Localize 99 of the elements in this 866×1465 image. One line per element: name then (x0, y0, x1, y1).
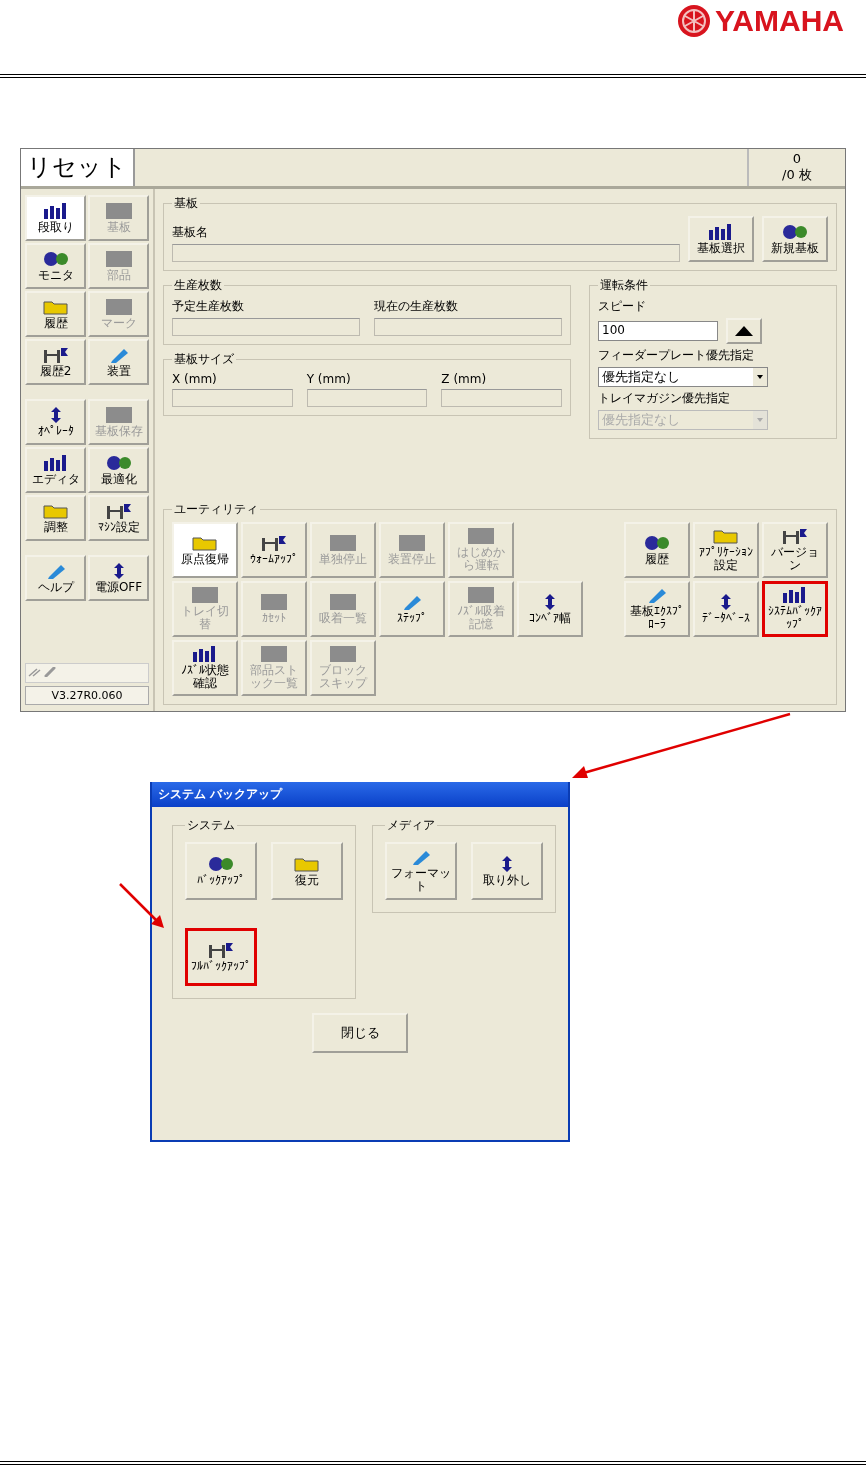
count-total-text: /0 枚 (782, 166, 812, 184)
version-label: V3.27R0.060 (25, 686, 149, 705)
frame-flag-icon (105, 502, 132, 519)
tool-button[interactable]: ﾌﾙﾊﾞｯｸｱｯﾌﾟ (185, 928, 257, 986)
pointer-arrow (119, 883, 164, 928)
frame-flag-icon (208, 941, 234, 958)
folder-icon (294, 855, 320, 872)
up-button[interactable] (726, 318, 762, 344)
tool-button[interactable]: 取り外し (471, 842, 543, 900)
tool-button[interactable]: 段取り (25, 195, 86, 241)
blank-icon (468, 528, 494, 545)
tool-button[interactable]: ｺﾝﾍﾞｱ幅 (517, 581, 583, 637)
field-label: フィーダープレート優先指定 (598, 347, 755, 364)
blank-icon (330, 646, 356, 663)
tool-button[interactable]: 復元 (271, 842, 343, 900)
disc-icon (644, 534, 670, 551)
input-field[interactable] (306, 389, 428, 407)
tool-button[interactable]: 装置 (88, 339, 149, 385)
tool-button[interactable]: 履歴 (25, 291, 86, 337)
tool-button[interactable]: フォーマット (385, 842, 457, 900)
tool-button[interactable]: 最適化 (88, 447, 149, 493)
frame-flag-icon (261, 534, 287, 551)
tool-button[interactable]: バージョン (762, 522, 828, 578)
tool-button[interactable]: 新規基板 (762, 216, 828, 262)
tool-button[interactable]: ｼｽﾃﾑﾊﾞｯｸｱｯﾌﾟ (762, 581, 828, 637)
count-text: 0 (792, 151, 802, 166)
disc-icon (42, 250, 69, 267)
input-field[interactable] (172, 389, 293, 407)
blank-icon (105, 202, 132, 219)
disc-icon (782, 223, 808, 240)
field-label: Y (mm) (306, 372, 352, 386)
input-field[interactable] (374, 318, 562, 336)
tool-button[interactable]: モニタ (25, 243, 86, 289)
field-label: 現在の生産枚数 (374, 298, 459, 315)
folder-icon (192, 534, 218, 551)
field-label: 基板名 (172, 224, 209, 241)
field-label: スピード (598, 298, 647, 315)
folder-icon (713, 528, 739, 545)
tool-button[interactable]: ﾏｼﾝ設定 (88, 495, 149, 541)
disc-icon (105, 454, 132, 471)
tool-button[interactable]: 基板ｴｸｽﾌﾟﾛｰﾗ (624, 581, 690, 637)
group-title: システム (186, 817, 236, 834)
bar-chart-icon (782, 587, 808, 604)
bar-chart-icon (192, 646, 218, 663)
dropdown[interactable]: 優先指定なし (598, 367, 768, 387)
field-label: X (mm) (172, 372, 218, 386)
up-triangle-icon (735, 326, 753, 336)
frame-flag-icon (42, 346, 69, 363)
tool-button[interactable]: ｽﾃｯﾌﾟ (379, 581, 445, 637)
field-label: 予定生産枚数 (172, 298, 245, 315)
blank-icon (105, 406, 132, 423)
blank-icon (468, 587, 494, 604)
bar-chart-icon (708, 223, 734, 240)
blank-icon (330, 593, 356, 610)
group-title: 基板 (173, 195, 199, 212)
tool-button[interactable]: 履歴2 (25, 339, 86, 385)
field-label: トレイマガジン優先指定 (598, 390, 731, 407)
tool-button[interactable]: ﾊﾞｯｸｱｯﾌﾟ (185, 842, 257, 900)
group-title: メディア (386, 817, 436, 834)
speed-field[interactable]: 100 (598, 321, 718, 341)
frame-flag-icon (782, 528, 808, 545)
blank-icon (105, 298, 132, 315)
tool-button[interactable]: 電源OFF (88, 555, 149, 601)
tool-button[interactable]: エディタ (25, 447, 86, 493)
blank-icon (192, 587, 218, 604)
tool-button[interactable]: ｱﾌﾟﾘｹｰｼｮﾝ設定 (693, 522, 759, 578)
blank-icon (261, 646, 287, 663)
tool-button[interactable]: ヘルプ (25, 555, 86, 601)
input-field[interactable] (441, 389, 562, 407)
logo-text: YAMAHA (715, 4, 844, 38)
blank-icon (330, 534, 356, 551)
input-field[interactable] (172, 318, 360, 336)
blank-icon (261, 593, 287, 610)
tool-button[interactable]: 調整 (25, 495, 86, 541)
dialog-title: システム バックアップ (152, 782, 568, 807)
group-title: 運転条件 (599, 277, 649, 294)
tool-button[interactable]: 原点復帰 (172, 522, 238, 578)
group-title: 基板サイズ (173, 351, 235, 368)
folder-icon (42, 298, 69, 315)
bar-chart-icon (42, 202, 69, 219)
folder-icon (42, 502, 69, 519)
group-title: 生産枚数 (173, 277, 223, 294)
pen-clip-icon (28, 667, 58, 677)
blank-icon (399, 534, 425, 551)
tool-button[interactable]: ﾃﾞｰﾀﾍﾞｰｽ (693, 581, 759, 637)
tool-button[interactable]: 基板選択 (688, 216, 754, 262)
tool-button[interactable]: 履歴 (624, 522, 690, 578)
group-title: ユーティリティ (173, 501, 259, 518)
emblem-icon (677, 4, 712, 38)
tool-button[interactable]: ﾉｽﾞﾙ状態確認 (172, 640, 238, 696)
blank-icon (105, 250, 132, 267)
close-button[interactable]: 閉じる (312, 1013, 408, 1053)
input-field[interactable] (172, 244, 680, 262)
tool-button[interactable]: ｵﾍﾟﾚｰﾀ (25, 399, 86, 445)
disc-icon (208, 855, 234, 872)
bar-chart-icon (42, 454, 69, 471)
tool-button[interactable]: ｳｫｰﾑｱｯﾌﾟ (241, 522, 307, 578)
field-label: Z (mm) (441, 372, 488, 386)
screen-title: リセット (21, 149, 135, 186)
